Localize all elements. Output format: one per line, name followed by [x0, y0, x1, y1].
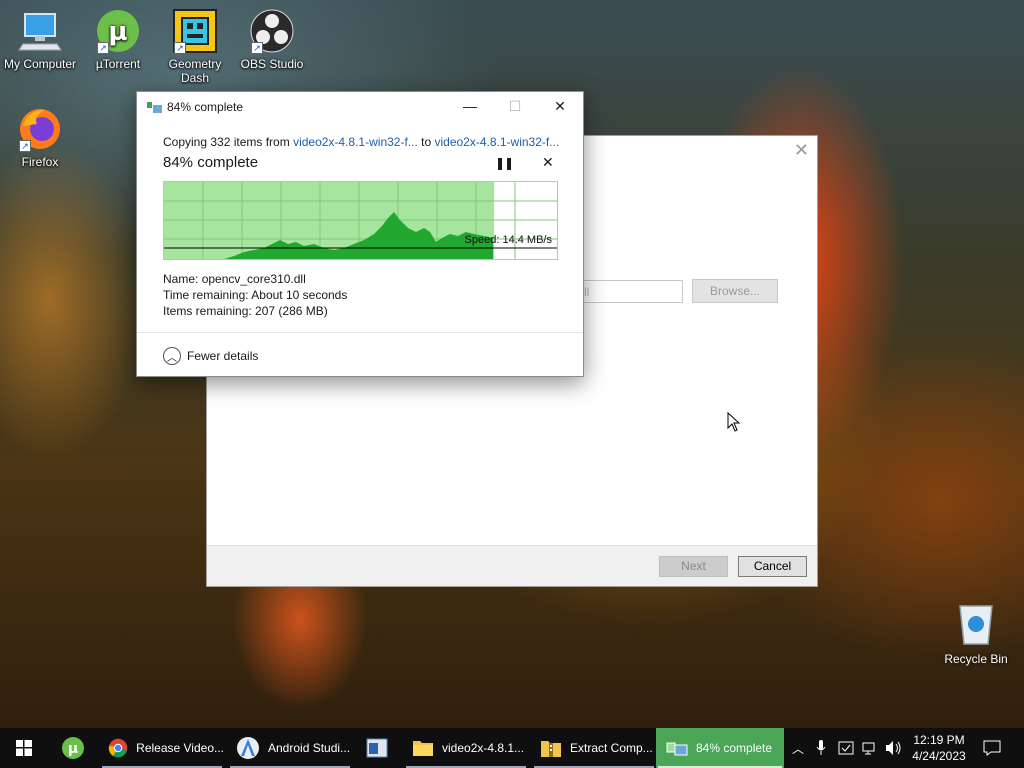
taskbar-item-label: video2x-4.8.1... [442, 741, 525, 755]
transfer-speed-graph: Speed: 14.4 MB/s [163, 181, 558, 260]
copy-progress-dialog: 84% complete — ☐ ✕ Copying 332 items fro… [136, 91, 584, 377]
minimize-button[interactable]: — [455, 96, 485, 118]
cancel-button[interactable]: Cancel [738, 556, 807, 577]
taskbar-item-label: Release Video... [136, 741, 224, 755]
time-label: Time remaining: [163, 288, 249, 302]
utorrent-icon: µ ↗ [95, 8, 141, 54]
cancel-copy-icon[interactable]: ✕ [542, 154, 554, 171]
fewer-details-button[interactable]: ︿ Fewer details [163, 347, 258, 365]
browse-button[interactable]: Browse... [692, 279, 778, 303]
speed-graph-svg [164, 182, 557, 259]
desktop-icon-label: Firefox [21, 155, 59, 169]
mouse-cursor-icon [727, 411, 741, 435]
volume-icon[interactable] [884, 728, 904, 768]
maximize-button[interactable]: ☐ [500, 96, 530, 118]
time-value: About 10 seconds [251, 288, 348, 302]
name-value: opencv_core310.dll [201, 272, 306, 286]
desktop-icon-label: My Computer [3, 57, 77, 71]
clock-time: 12:19 PM [913, 733, 965, 747]
firefox-icon: ↗ [17, 106, 63, 152]
chevron-up-icon: ︿ [163, 347, 181, 365]
source-folder-link[interactable]: video2x-4.8.1-win32-f... [293, 135, 418, 149]
taskbar-clock[interactable]: 12:19 PM 4/24/2023 [906, 732, 972, 764]
dialog-titlebar[interactable]: 84% complete — ☐ ✕ [137, 92, 583, 122]
utorrent-icon: µ [62, 737, 84, 759]
android-studio-icon [237, 737, 259, 759]
chrome-icon [108, 738, 128, 758]
taskbar-item-label: Extract Comp... [570, 741, 653, 755]
taskbar-app-window[interactable] [356, 728, 398, 768]
taskbar-file-explorer[interactable]: video2x-4.8.1... [404, 728, 528, 768]
desktop-icon-label: µTorrent [95, 57, 141, 71]
desktop-icon-utorrent[interactable]: µ ↗ µTorrent [78, 8, 158, 71]
pause-icon[interactable]: ❚❚ [495, 156, 514, 170]
desktop-icon-firefox[interactable]: ↗ Firefox [0, 106, 80, 169]
start-button[interactable] [0, 728, 48, 768]
taskbar-item-label: Android Studi... [268, 741, 351, 755]
shortcut-arrow-icon: ↗ [97, 42, 109, 54]
taskbar-extract-compressed[interactable]: Extract Comp... [532, 728, 656, 768]
taskbar: µ Release Video... Android Studi... vide… [0, 728, 1024, 768]
items-value: 207 (286 MB) [255, 304, 328, 318]
copy-summary: Copying 332 items from video2x-4.8.1-win… [163, 135, 559, 149]
taskbar-copy-progress[interactable]: 84% complete [656, 728, 784, 768]
microphone-icon[interactable] [812, 728, 830, 768]
desktop-icon-my-computer[interactable]: My Computer [0, 8, 80, 71]
recycle-bin-icon [956, 602, 996, 646]
speed-readout: Speed: 14.4 MB/s [464, 234, 552, 246]
geometry-dash-icon: ↗ [172, 8, 218, 54]
wizard-footer: Next Cancel [207, 545, 817, 586]
taskbar-chrome[interactable]: Release Video... [100, 728, 224, 768]
next-button[interactable]: Next [659, 556, 728, 577]
svg-text:µ: µ [68, 741, 78, 757]
items-label: Items remaining: [163, 304, 252, 318]
obs-icon: ↗ [249, 8, 295, 54]
name-label: Name: [163, 272, 199, 286]
network-icon[interactable] [860, 728, 880, 768]
show-hidden-icons-chevron-up-icon[interactable]: ︿ [788, 728, 808, 768]
desktop-icon-obs-studio[interactable]: ↗ OBS Studio [232, 8, 312, 71]
divider [137, 332, 583, 333]
taskbar-item-label: 84% complete [696, 741, 773, 755]
shortcut-arrow-icon: ↗ [174, 42, 186, 54]
shortcut-arrow-icon: ↗ [251, 42, 263, 54]
close-icon[interactable]: ✕ [794, 140, 809, 161]
close-button[interactable]: ✕ [545, 96, 575, 118]
copy-files-icon [147, 101, 162, 113]
windows-logo-icon [16, 740, 32, 756]
copy-summary-to: to [417, 135, 435, 149]
info-name: Name: opencv_core310.dll [163, 272, 306, 286]
percent-complete: 84% complete [163, 154, 259, 171]
folder-icon [413, 741, 433, 756]
app-window-icon [366, 738, 388, 758]
copy-files-icon [666, 742, 688, 756]
info-items: Items remaining: 207 (286 MB) [163, 304, 328, 318]
computer-icon [17, 8, 63, 54]
shortcut-arrow-icon: ↗ [19, 140, 31, 152]
destination-path-field[interactable]: ll [579, 280, 683, 303]
taskbar-utorrent[interactable]: µ [52, 728, 94, 768]
svg-text:µ: µ [108, 17, 127, 47]
desktop-icon-recycle-bin[interactable]: Recycle Bin [938, 602, 1014, 666]
fewer-details-label: Fewer details [187, 349, 259, 363]
info-time: Time remaining: About 10 seconds [163, 288, 347, 302]
notifications-icon[interactable] [978, 728, 1006, 768]
clock-date: 4/24/2023 [912, 749, 966, 763]
desktop-icon-label: OBS Studio [240, 57, 304, 71]
zip-folder-icon [541, 741, 561, 757]
taskbar-android-studio[interactable]: Android Studi... [228, 728, 352, 768]
desktop-icon-geometry-dash[interactable]: ↗ Geometry Dash [155, 8, 235, 85]
recycle-bin-label: Recycle Bin [944, 652, 1008, 666]
destination-folder-link[interactable]: video2x-4.8.1-win32-f... [434, 135, 559, 149]
security-icon[interactable] [836, 728, 856, 768]
desktop-icon-label: Geometry Dash [168, 57, 222, 85]
copy-summary-prefix: Copying 332 items from [163, 135, 294, 149]
dialog-title: 84% complete [167, 100, 244, 114]
